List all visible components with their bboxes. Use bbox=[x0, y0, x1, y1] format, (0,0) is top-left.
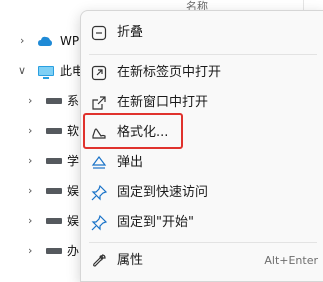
menu-item-properties[interactable]: 属性 Alt+Enter bbox=[81, 246, 323, 276]
tree-item-drive[interactable]: › 办 bbox=[0, 239, 90, 263]
menu-item-pin-start[interactable]: 固定到"开始" bbox=[81, 208, 323, 238]
drive-icon bbox=[46, 98, 62, 104]
tree-item-drive[interactable]: › 娱 bbox=[0, 179, 90, 203]
expand-chevron-icon[interactable]: › bbox=[28, 209, 32, 233]
cloud-icon bbox=[38, 36, 52, 46]
shortcut-label: Alt+Enter bbox=[264, 254, 318, 267]
pin-icon bbox=[91, 215, 107, 231]
expand-chevron-icon[interactable]: › bbox=[28, 89, 32, 113]
menu-item-eject[interactable]: 弹出 bbox=[81, 148, 323, 178]
expand-chevron-icon[interactable]: › bbox=[20, 29, 24, 53]
menu-item-collapse[interactable]: 折叠 bbox=[81, 18, 323, 48]
drive-icon bbox=[46, 248, 62, 254]
tree-item-drive[interactable]: › 学 bbox=[0, 149, 90, 173]
wrench-icon bbox=[93, 254, 106, 267]
tree-item-wps-cloud[interactable]: › WP bbox=[0, 29, 90, 53]
collapse-chevron-icon[interactable]: ∨ bbox=[18, 59, 26, 83]
drive-icon bbox=[46, 218, 62, 224]
menu-item-open-new-tab[interactable]: 在新标签页中打开 bbox=[81, 58, 323, 88]
menu-item-label: 弹出 bbox=[117, 155, 144, 170]
menu-item-label: 折叠 bbox=[117, 25, 144, 40]
menu-separator bbox=[89, 242, 317, 243]
expand-chevron-icon[interactable]: › bbox=[28, 239, 32, 263]
menu-item-label: 在新标签页中打开 bbox=[117, 65, 222, 80]
menu-item-label: 属性 bbox=[117, 253, 144, 268]
pc-icon bbox=[38, 66, 54, 79]
tree-item-this-pc[interactable]: ∨ 此电 bbox=[0, 59, 90, 83]
drive-icon bbox=[46, 128, 62, 134]
tree-item-label: 娱 bbox=[67, 184, 80, 198]
tree-item-drive[interactable]: › 娱 bbox=[0, 209, 90, 233]
pin-icon bbox=[91, 185, 107, 201]
tree-item-label: 娱 bbox=[67, 214, 80, 228]
expand-chevron-icon[interactable]: › bbox=[28, 179, 32, 203]
drive-icon bbox=[46, 158, 62, 164]
expand-chevron-icon[interactable]: › bbox=[28, 149, 32, 173]
collapse-icon bbox=[91, 25, 107, 41]
tree-item-label: 办 bbox=[67, 244, 80, 258]
menu-item-pin-quick-access[interactable]: 固定到快速访问 bbox=[81, 178, 323, 208]
tree-item-label: 系 bbox=[67, 94, 80, 108]
menu-item-label: 固定到"开始" bbox=[117, 215, 194, 230]
drive-icon bbox=[46, 188, 62, 194]
tree-item-drive[interactable]: › 软 bbox=[0, 119, 90, 143]
tree-item-drive[interactable]: › 系 bbox=[0, 89, 90, 113]
tree-item-label: 软 bbox=[67, 124, 80, 138]
tree-item-label: 学 bbox=[67, 154, 80, 168]
eject-icon bbox=[91, 156, 107, 169]
open-new-tab-icon bbox=[91, 65, 107, 81]
menu-item-label: 固定到快速访问 bbox=[117, 185, 209, 200]
highlight-box bbox=[83, 113, 183, 149]
menu-separator bbox=[89, 54, 317, 55]
open-new-window-icon bbox=[92, 96, 106, 110]
expand-chevron-icon[interactable]: › bbox=[28, 119, 32, 143]
tree-item-label: WP bbox=[60, 34, 80, 48]
